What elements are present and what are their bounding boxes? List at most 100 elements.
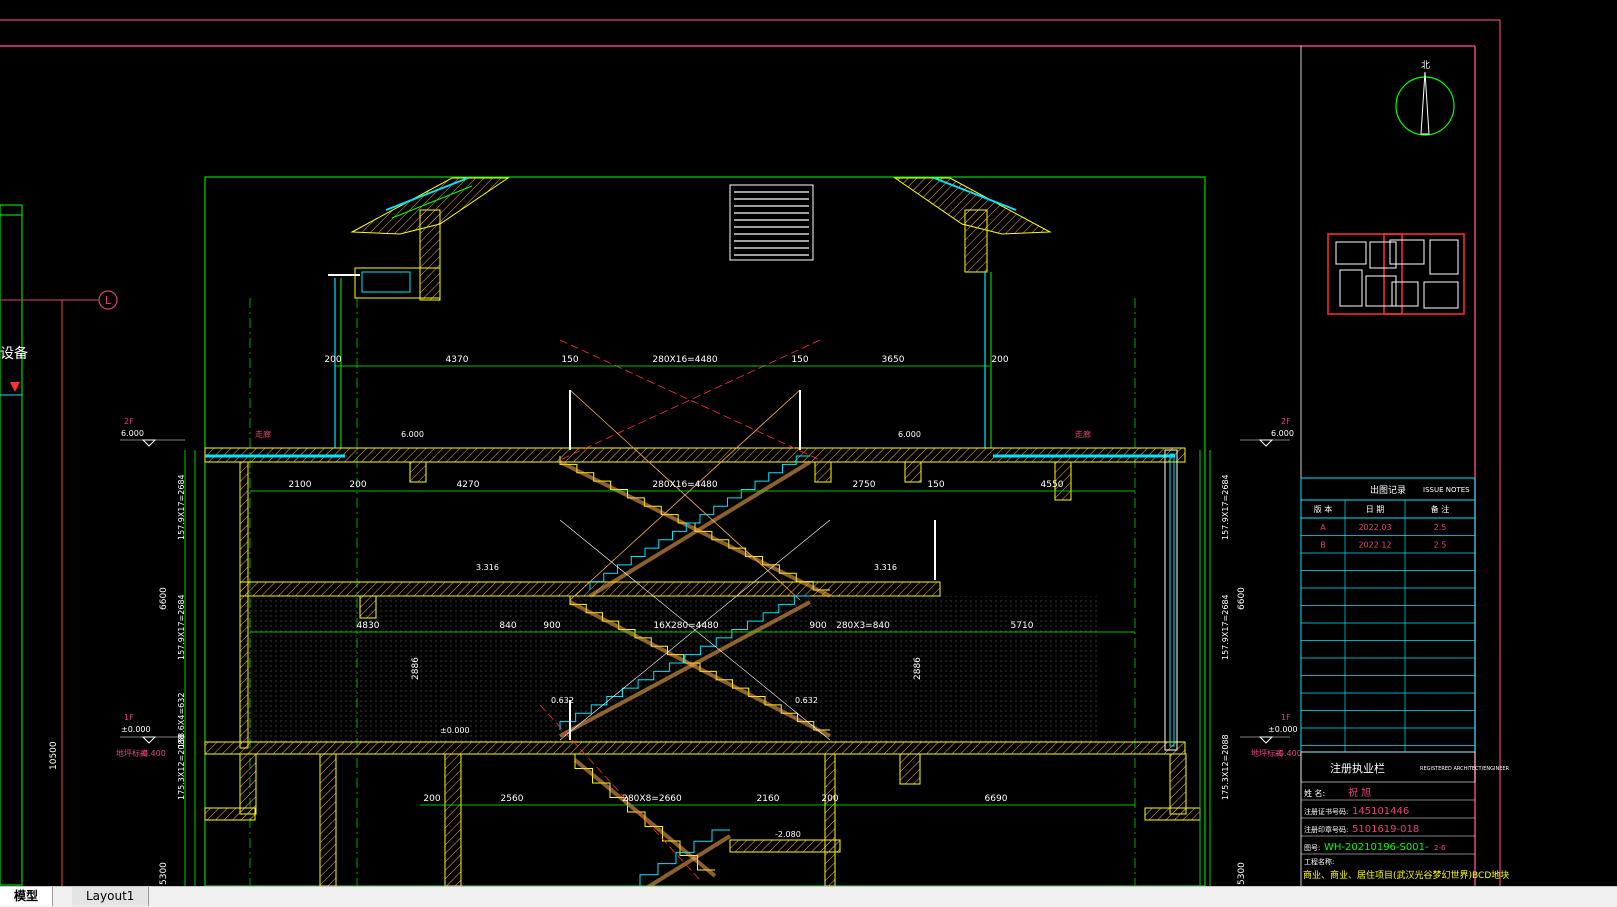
layout-tab-bar: 模型 Layout1 — [0, 886, 1617, 907]
dimension-label: 6690 — [985, 794, 1008, 804]
cert-label: 注册证书号码: — [1304, 807, 1348, 816]
dimension-label: 2100 — [289, 480, 312, 490]
dimension-label: 4550 — [1041, 480, 1064, 490]
floor-slabs — [204, 447, 1201, 886]
dimension-label: 280X16=4480 — [652, 480, 718, 490]
dimension-label: 280X3=840 — [836, 621, 890, 631]
floor-value-left: -0.400 — [140, 749, 166, 758]
corridor-left: 走廊 — [255, 429, 271, 439]
issue-cell: 2022.03 — [1358, 523, 1391, 532]
dimensions-top: 200 4370 150 280X16=4480 150 3650 200 — [324, 355, 1008, 365]
level-2f-right: 2F — [1281, 417, 1291, 426]
level-mid2-right: 0.632 — [795, 696, 818, 705]
left-label: 设备 — [0, 345, 28, 362]
key-plan — [1327, 233, 1465, 315]
stair-note-left-4: 158.6X4=632 — [177, 693, 186, 748]
dimension-label: 840 — [499, 621, 516, 631]
drawing-canvas[interactable]: L 设备 200 4370 150 280X16=4480 150 3650 2… — [0, 0, 1617, 886]
drawing-no-suffix: 2-6 — [1434, 844, 1446, 852]
dimension-label: 2160 — [757, 794, 780, 804]
stamp-title-en: REGISTERED ARCHITECT/ENGINEER — [1420, 766, 1510, 772]
cert-value: 145101446 — [1352, 806, 1409, 817]
vdim-mid-right: 2886 — [913, 657, 923, 680]
issue-col-header: 版 本 — [1314, 504, 1333, 514]
issue-cell: 2.5 — [1434, 523, 1447, 532]
adjacent-drawing-fragment: L 设备 — [0, 204, 118, 886]
dimensions-lower: 200 2560 280X8=2660 2160 200 6690 — [423, 794, 1007, 804]
vdim-left-total: 6600 — [159, 587, 169, 610]
dimension-label: 280X8=2660 — [622, 794, 682, 804]
issue-cell: 2.5 — [1434, 541, 1447, 550]
level-basement: -2.080 — [775, 830, 801, 839]
vdim-mid-left: 2886 — [411, 657, 421, 680]
name-value: 祝 旭 — [1348, 786, 1371, 799]
north-label: 北 — [1421, 60, 1430, 71]
vdim-left-bottom: 5300 — [159, 862, 169, 885]
dimension-label: 16X280=4480 — [653, 621, 719, 631]
issue-cell: B — [1320, 541, 1326, 550]
dimension-label: 150 — [927, 480, 944, 490]
dimension-label: 3650 — [882, 355, 905, 365]
level-1f-left: 1F — [124, 713, 134, 722]
issue-col-header: 日 期 — [1366, 505, 1385, 514]
level-6000-b: 6.000 — [898, 430, 921, 439]
level-6000-a: 6.000 — [401, 430, 424, 439]
seal-value: 5101619-018 — [1352, 824, 1419, 835]
level-mid-left: 3.316 — [476, 563, 499, 572]
vdim-right-bottom: 5300 — [1237, 862, 1247, 885]
issue-title: 出图记录 — [1370, 484, 1406, 496]
stair-note-left-1: 157.9X17=2684 — [177, 474, 186, 540]
level-2f-right-value: 6.000 — [1271, 429, 1294, 438]
seal-label: 注册印章号码: — [1304, 825, 1348, 834]
issue-cell: A — [1320, 523, 1326, 532]
project-label: 工程名称: — [1304, 857, 1334, 866]
dimension-label: 200 — [821, 794, 838, 804]
vdim-far-left: 10500 — [49, 741, 59, 770]
dimension-label: 200 — [324, 355, 341, 365]
dimension-label: 4270 — [457, 480, 480, 490]
issue-col-header: 备 注 — [1431, 504, 1450, 514]
stair-note-right-1: 157.9X17=2684 — [1221, 474, 1230, 540]
level-1f-right: 1F — [1281, 713, 1291, 722]
level-2f-left-value: 6.000 — [121, 429, 144, 438]
level-1f-right-value: ±0.000 — [1268, 725, 1298, 734]
name-label: 姓 名: — [1304, 788, 1325, 798]
dimension-label: 150 — [791, 355, 808, 365]
roof-right — [893, 177, 1052, 448]
level-ground-mid: ±0.000 — [440, 726, 470, 735]
dimension-label: 150 — [561, 355, 578, 365]
level-1f-left-value: ±0.000 — [121, 725, 151, 734]
dimension-label: 900 — [543, 621, 560, 631]
dimension-label: 200 — [991, 355, 1008, 365]
project-name: 商业、商业、居住项目(武汉光谷梦幻世界)BCD地块 — [1303, 869, 1509, 881]
north-arrow: 北 — [1395, 60, 1455, 136]
vdim-right-total: 6600 — [1237, 587, 1247, 610]
title-block: 出图记录 ISSUE NOTES 版 本 日 期 备 注 A 2022.03 2.5 B 20… — [1300, 46, 1510, 886]
cad-drawing-viewport[interactable]: L 设备 200 4370 150 280X16=4480 150 3650 2… — [0, 0, 1617, 886]
stair-note-left-2: 157.9X17=2684 — [177, 594, 186, 660]
dimensions-upper: 2100 200 4270 280X16=4480 2750 150 4550 — [289, 480, 1064, 490]
floor-value-right: -0.400 — [1276, 749, 1302, 758]
drawing-no: WH-20210196-S001- — [1324, 842, 1429, 853]
dimension-label: 4830 — [357, 621, 380, 631]
grid-axis-label: L — [105, 294, 112, 307]
stamp-title: 注册执业栏 — [1330, 761, 1385, 775]
dimension-label: 900 — [809, 621, 826, 631]
level-mid2-left: 0.632 — [551, 696, 574, 705]
dimension-label: 4370 — [446, 355, 469, 365]
stair-note-right-2: 157.9X17=2684 — [1221, 594, 1230, 660]
issue-cell: 2022.12 — [1358, 541, 1391, 550]
dimension-label: 2560 — [501, 794, 524, 804]
tab-model[interactable]: 模型 — [0, 887, 54, 906]
dimension-label: 2750 — [853, 480, 876, 490]
roof-left — [328, 177, 510, 448]
level-mid-right: 3.316 — [874, 563, 897, 572]
dimension-label: 5710 — [1011, 621, 1034, 631]
dimension-label: 200 — [349, 480, 366, 490]
drawing-no-label: 图号: — [1304, 844, 1320, 852]
stair-note-right-3: 175.3X12=2088 — [1221, 734, 1230, 800]
dimension-label: 280X16=4480 — [652, 355, 718, 365]
tab-layout1[interactable]: Layout1 — [72, 887, 150, 906]
issue-title-en: ISSUE NOTES — [1423, 486, 1470, 494]
louver — [729, 184, 814, 261]
